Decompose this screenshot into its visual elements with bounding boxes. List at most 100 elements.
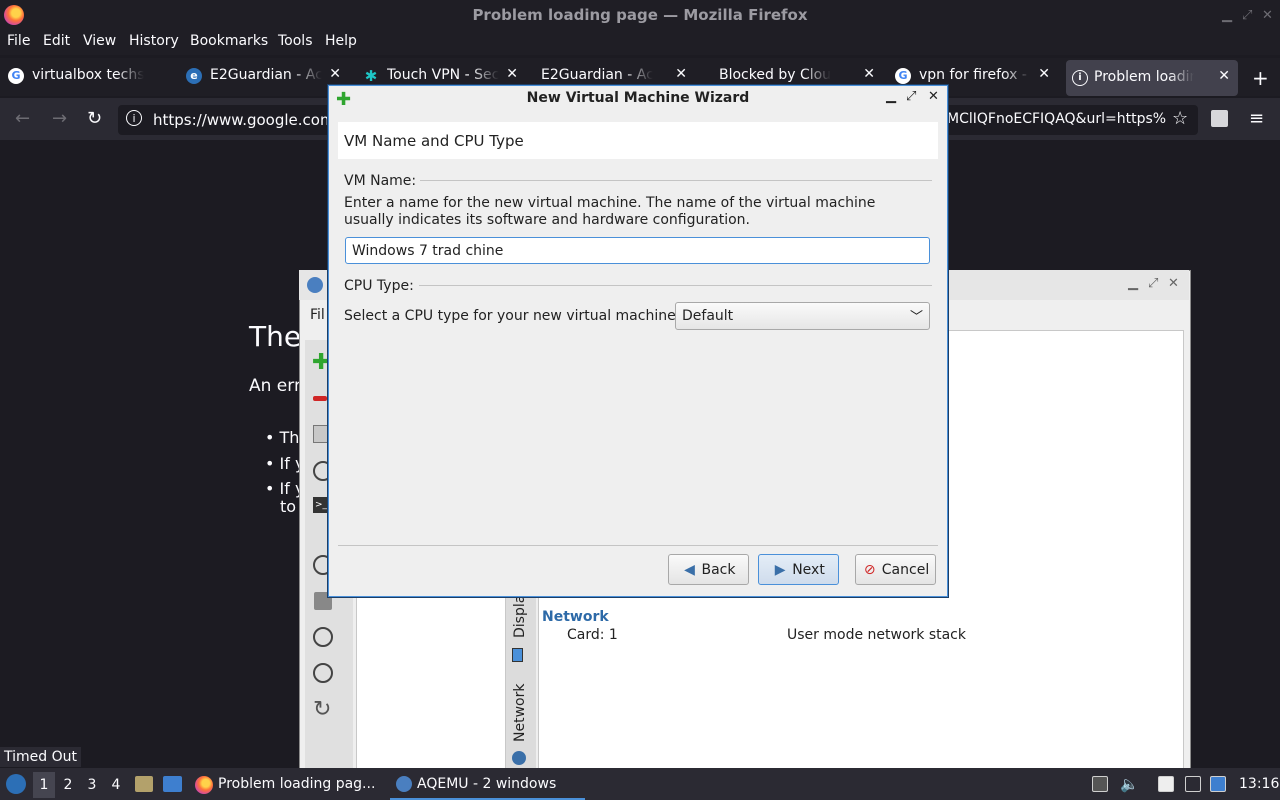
error-list-item: • Th [265,428,300,447]
close-tab-icon[interactable]: ✕ [1038,66,1050,82]
vm-name-description: Enter a name for the new virtual machine… [344,195,876,228]
extension-icon[interactable] [1211,110,1228,127]
close-dialog-icon[interactable]: ✕ [928,89,939,104]
maximize-icon[interactable]: ⤢ [1242,8,1252,23]
wizard-page-header: VM Name and CPU Type [338,122,938,159]
cancel-icon: ⊘ [863,561,876,578]
url-text[interactable]: https://www.google.com/ [153,111,340,129]
new-vm-wizard-dialog [328,85,948,597]
network-globe-icon [512,751,526,765]
workspace-4[interactable]: 4 [105,772,127,798]
window-title: Problem loading page — Mozilla Firefox [472,6,808,24]
cpu-type-prompt: Select a CPU type for your new virtual m… [344,308,681,324]
new-tab-icon[interactable]: + [1252,66,1269,90]
network-tray-icon[interactable] [1210,776,1226,792]
minimize-icon[interactable]: ▁ [1222,8,1232,23]
tray-up-arrow-icon[interactable] [1092,776,1108,792]
network-card-label: Card: 1 [567,627,618,643]
cpu-type-group-label: CPU Type: [344,278,414,294]
stop-icon[interactable] [313,663,333,683]
menu-view[interactable]: View [83,33,116,49]
menu-file[interactable]: File [7,33,30,49]
back-icon[interactable]: ← [15,108,30,129]
dialog-button-separator [338,545,938,546]
cancel-button[interactable]: ⊘ Cancel [855,554,936,585]
close-tab-icon[interactable]: ✕ [1218,68,1230,84]
hamburger-menu-icon[interactable]: ≡ [1249,108,1264,129]
tab-network[interactable]: Network [512,684,528,742]
reload-icon[interactable]: ↻ [87,108,102,129]
terminal-icon[interactable]: >_ [313,497,329,513]
close-tab-icon[interactable]: ✕ [675,66,687,82]
display-icon [512,648,523,662]
volume-icon[interactable]: 🔈 [1120,775,1139,793]
workspace-2[interactable]: 2 [57,772,79,798]
maximize-icon[interactable]: ⤢ [906,89,916,104]
group-divider [420,180,932,181]
menu-bar: File Edit View History Bookmarks Tools H… [0,30,1280,55]
dialog-title: New Virtual Machine Wizard [526,90,750,106]
vm-name-group-label: VM Name: [344,173,417,189]
google-icon: G [895,68,911,84]
vm-settings-icon[interactable] [313,425,329,443]
menu-help[interactable]: Help [325,33,357,49]
menu-history[interactable]: History [129,33,179,49]
back-button[interactable]: ◀ Back [668,554,749,585]
aqemu-logo-icon [307,277,323,293]
arrow-right-icon: ▶ [774,561,786,578]
google-icon: G [8,68,24,84]
clipboard-icon[interactable] [1158,776,1174,792]
menu-tools[interactable]: Tools [278,33,313,49]
pause-icon[interactable] [313,627,333,647]
aqemu-icon [396,776,412,792]
firefox-icon [195,776,213,794]
remove-vm-icon[interactable] [313,396,327,401]
status-timed-out: Timed Out [0,747,81,767]
wizard-plus-icon: ✚ [336,89,352,110]
close-tab-icon[interactable]: ✕ [329,66,341,82]
group-divider [419,285,932,286]
cpu-type-selected: Default [682,308,734,324]
clock: 13:16 [1239,776,1280,792]
network-heading: Network [542,609,609,625]
screen-icon[interactable] [1185,776,1201,792]
reset-icon[interactable]: ↻ [313,697,331,722]
firefox-logo-icon [4,5,24,25]
network-card-value: User mode network stack [787,627,966,643]
file-manager-icon[interactable] [135,776,153,792]
maximize-icon[interactable]: ⤢ [1148,276,1158,291]
close-icon[interactable]: ✕ [1168,276,1179,291]
tab-problem-loading-page[interactable]: i Problem loading page ✕ [1066,60,1238,96]
touchvpn-icon: ✱ [364,67,378,85]
aqemu-menu-file[interactable]: Fil [310,307,325,323]
taskbar-item-firefox[interactable]: Problem loading pag... [190,770,380,800]
firefox-titlebar: Problem loading page — Mozilla Firefox [0,0,1280,30]
start-menu-icon[interactable] [6,774,26,794]
error-list-item-continued: to [280,497,297,516]
cpu-type-select[interactable]: Default ﹀ [675,302,930,330]
workspace-3[interactable]: 3 [81,772,103,798]
chevron-down-icon: ﹀ [909,310,923,325]
arrow-left-icon: ◀ [684,561,695,578]
e2guardian-icon: e [186,68,202,84]
url-text-tail[interactable]: MClIQFnoECFIQAQ&url=https% [947,111,1166,127]
close-window-icon[interactable]: ✕ [1262,8,1273,23]
tab-display[interactable]: Displa [512,595,528,638]
bookmark-star-icon[interactable]: ☆ [1172,108,1188,129]
minimize-icon[interactable]: ▁ [886,89,896,104]
site-info-icon[interactable]: i [126,110,142,126]
forward-icon[interactable]: → [52,108,67,129]
next-button[interactable]: ▶ Next [758,554,839,585]
tab-virtualbox-techspot[interactable]: G virtualbox techspot [8,58,178,94]
info-icon: i [1072,70,1088,86]
menu-bookmarks[interactable]: Bookmarks [190,33,268,49]
tab-e2guardian-1[interactable]: e E2Guardian - Access ✕ [186,58,341,94]
minimize-icon[interactable]: ▁ [1128,276,1138,291]
close-tab-icon[interactable]: ✕ [863,66,875,82]
vm-name-input[interactable] [345,237,930,264]
error-paragraph: An err [249,376,301,396]
taskbar-item-aqemu[interactable]: AQEMU - 2 windows [390,770,585,800]
workspace-1[interactable]: 1 [33,772,55,798]
desktop-icon[interactable] [163,776,182,792]
menu-edit[interactable]: Edit [43,33,70,49]
